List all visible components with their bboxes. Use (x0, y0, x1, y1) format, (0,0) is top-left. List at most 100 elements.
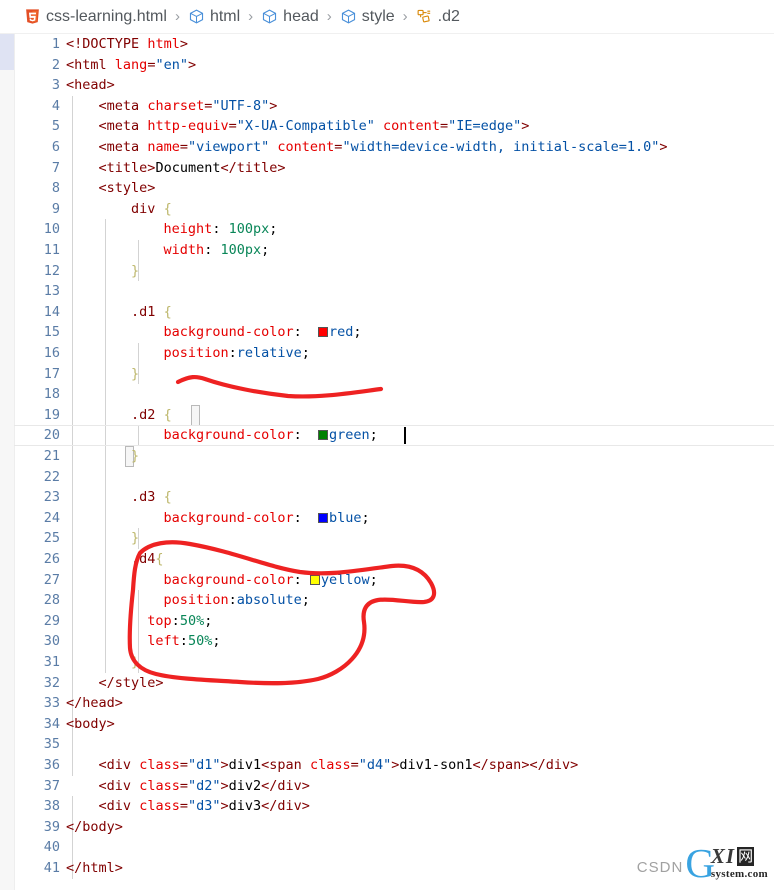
line-number: 26 (43, 551, 60, 567)
breadcrumb-label-d2: .d2 (437, 7, 460, 25)
line-number: 24 (43, 509, 60, 526)
breadcrumb-label-head: head (283, 7, 319, 25)
code-line: <title>Document</title> (98, 159, 286, 176)
breadcrumb-separator: › (326, 8, 332, 25)
watermark-csdn-text: CSDN (636, 859, 684, 876)
code-line: } (131, 262, 140, 279)
code-line: top:50%; (147, 612, 213, 629)
code-line: <div class="d2">div2</div> (98, 777, 310, 794)
line-number: 28 (43, 592, 60, 609)
breadcrumb-label-style: style (361, 7, 395, 25)
code-line: <div class="d3">div3</div> (98, 798, 310, 815)
bracket-match-open (191, 405, 200, 426)
code-line: .d1 { (131, 303, 172, 320)
line-number: 25 (43, 530, 60, 547)
line-number: 36 (43, 757, 60, 773)
line-number: 4 (51, 97, 60, 114)
code-line: width: 100px; (163, 242, 270, 258)
line-number: 9 (51, 200, 60, 217)
code-line: position:relative; (163, 345, 310, 361)
color-swatch-green (318, 430, 328, 441)
breadcrumb-label-html: html (209, 7, 241, 25)
line-number: 2 (51, 56, 60, 73)
code-line: background-color: green; (163, 427, 378, 444)
line-number: 16 (43, 345, 60, 361)
watermark-domain-text: system.com (710, 868, 768, 880)
code-line: } (131, 654, 140, 670)
color-swatch-yellow (309, 574, 320, 585)
code-line: <meta http-equiv="X-UA-Compatible" conte… (98, 118, 530, 135)
line-number: 35 (43, 736, 60, 753)
line-number: 39 (43, 818, 60, 835)
watermark-cn-char: 网 (737, 847, 755, 866)
line-number-gutter: 1 2 3 4 5 6 7 8 9 10 11 12 13 14 15 16 17 18 19 20 21 22 23 24 2… (14, 34, 66, 890)
code-line: background-color: yellow; (163, 571, 378, 588)
code-line: background-color: blue; (163, 509, 370, 526)
breadcrumb: css-learning.html › html › head › style … (0, 0, 774, 34)
breadcrumb-item-file[interactable]: css-learning.html (22, 5, 169, 29)
editor-scrollbar[interactable] (0, 34, 15, 890)
watermark-xi-row: XI 网 (711, 846, 768, 867)
line-number: 20 (43, 427, 60, 444)
line-number: 40 (43, 839, 60, 856)
symbol-namespace-icon (188, 8, 205, 25)
line-number: 15 (43, 324, 60, 341)
watermark-xi-text: XI (710, 844, 736, 868)
color-swatch-blue (318, 512, 328, 523)
code-line: <meta charset="UTF-8"> (98, 97, 278, 114)
line-number: 11 (43, 242, 60, 258)
code-content[interactable]: <!DOCTYPE html> <html lang="en"> <head> … (66, 34, 774, 890)
line-number: 22 (43, 468, 60, 485)
html5-file-icon (24, 8, 41, 25)
code-line: <!DOCTYPE html> (66, 36, 188, 52)
watermark: CSDN G XI 网 system.com (636, 843, 768, 884)
line-number: 3 (51, 77, 60, 94)
color-swatch-red (318, 327, 328, 338)
code-line: </body> (66, 818, 123, 835)
code-line: .d3 { (131, 489, 172, 506)
line-number: 27 (43, 571, 60, 588)
line-number: 23 (43, 489, 60, 506)
code-line: left:50%; (147, 633, 221, 650)
breadcrumb-item-html[interactable]: html (186, 5, 242, 29)
breadcrumb-separator: › (402, 8, 408, 25)
code-line: </head> (66, 695, 123, 712)
code-line: <head> (66, 77, 115, 94)
code-line: <meta name="viewport" content="width=dev… (98, 139, 668, 155)
breadcrumb-separator: › (248, 8, 254, 25)
line-number: 1 (51, 36, 60, 52)
text-cursor (404, 427, 406, 444)
line-number: 37 (43, 777, 60, 794)
line-number: 33 (43, 695, 60, 712)
symbol-namespace-icon (340, 8, 357, 25)
code-line: height: 100px; (163, 221, 278, 238)
line-number: 8 (51, 180, 60, 197)
code-line: <html lang="en"> (66, 56, 197, 73)
watermark-logo-right: XI 网 system.com (710, 846, 768, 881)
line-number: 30 (43, 633, 60, 650)
code-line: </style> (98, 674, 164, 691)
line-number: 29 (43, 612, 60, 629)
code-line: div { (131, 200, 172, 217)
line-number: 12 (43, 262, 60, 279)
line-number: 6 (51, 139, 60, 155)
code-line: <body> (66, 715, 115, 732)
line-number: 41 (43, 860, 60, 876)
line-number: 31 (43, 654, 60, 670)
breadcrumb-item-d2[interactable]: .d2 (414, 5, 462, 29)
line-number: 19 (43, 406, 60, 423)
code-line: background-color: red; (163, 324, 362, 341)
line-number: 13 (43, 283, 60, 300)
symbol-ruler-icon (416, 8, 433, 25)
line-number: 21 (43, 448, 60, 464)
code-line: <style> (98, 180, 156, 197)
line-number: 14 (43, 303, 60, 320)
breadcrumb-item-head[interactable]: head (259, 5, 321, 29)
code-editor[interactable]: 1 2 3 4 5 6 7 8 9 10 11 12 13 14 15 16 17 18 19 20 21 22 23 24 2… (0, 34, 774, 890)
line-number: 38 (43, 798, 60, 815)
code-line: </html> (66, 860, 123, 876)
scrollbar-thumb[interactable] (0, 34, 14, 70)
breadcrumb-item-style[interactable]: style (338, 5, 397, 29)
symbol-namespace-icon (261, 8, 278, 25)
line-number: 32 (43, 674, 60, 691)
